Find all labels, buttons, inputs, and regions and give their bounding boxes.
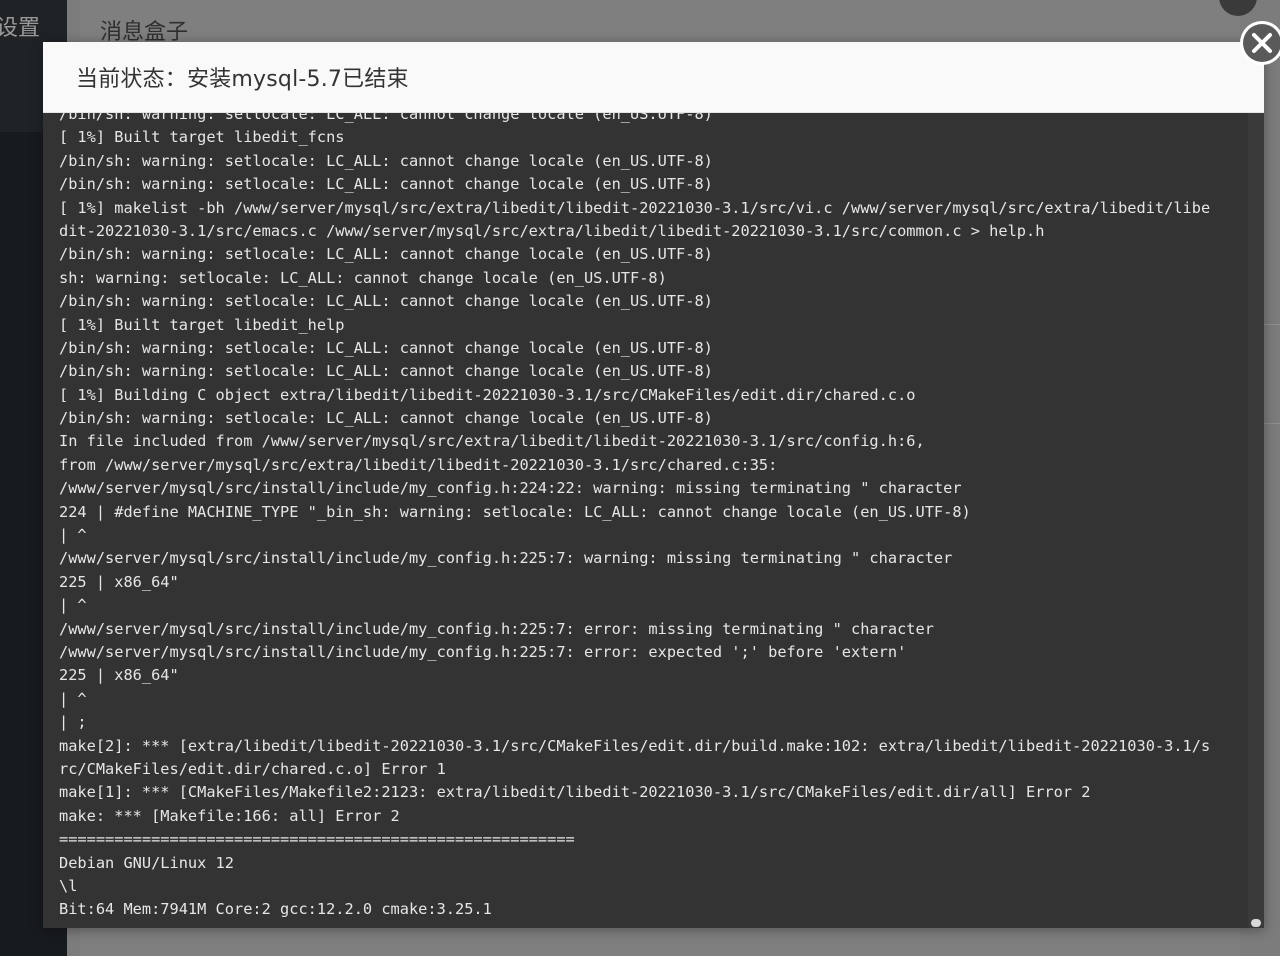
log-line: Debian GNU/Linux 12 [59, 853, 234, 872]
log-scrollbar[interactable] [1248, 113, 1264, 928]
log-line: /bin/sh: warning: setlocale: LC_ALL: can… [59, 292, 713, 311]
install-log-modal: 当前状态：安装mysql-5.7已结束 /bin/sh: warning: se… [43, 42, 1264, 928]
log-line: | ; [59, 713, 87, 732]
log-line: | ^ [59, 689, 87, 708]
log-line: /bin/sh: warning: setlocale: LC_ALL: can… [59, 245, 713, 264]
log-line: /bin/sh: warning: setlocale: LC_ALL: can… [59, 409, 713, 428]
background-divider [1263, 324, 1280, 325]
modal-title: 当前状态：安装mysql-5.7已结束 [76, 67, 409, 92]
log-scrollbar-thumb[interactable] [1251, 919, 1261, 927]
log-line: ========================================… [59, 830, 575, 849]
log-line: 225 | x86_64" [59, 666, 179, 685]
log-line: In file included from /www/server/mysql/… [59, 432, 925, 451]
close-icon [1243, 24, 1280, 62]
log-line: /bin/sh: warning: setlocale: LC_ALL: can… [59, 362, 713, 381]
log-line: make: *** [Makefile:166: all] Error 2 [59, 806, 400, 825]
log-line: Bit:64 Mem:7941M Core:2 gcc:12.2.0 cmake… [59, 900, 492, 919]
log-line: make[1]: *** [CMakeFiles/Makefile2:2123:… [59, 783, 1091, 802]
log-line: 224 | #define MACHINE_TYPE "_bin_sh: war… [59, 502, 971, 521]
log-line: /www/server/mysql/src/install/include/my… [59, 619, 934, 638]
log-line: /www/server/mysql/src/install/include/my… [59, 479, 962, 498]
log-line: [ 1%] makelist -bh /www/server/mysql/src… [59, 198, 1211, 217]
log-line: [ 1%] Building C object extra/libedit/li… [59, 385, 916, 404]
log-line: dit-20221030-3.1/src/emacs.c /www/server… [59, 221, 1045, 240]
log-line: /bin/sh: warning: setlocale: LC_ALL: can… [59, 175, 713, 194]
log-line: | ^ [59, 596, 87, 615]
log-line: /bin/sh: warning: setlocale: LC_ALL: can… [59, 338, 713, 357]
log-line: 225 | x86_64" [59, 572, 179, 591]
log-text: /bin/sh: warning: setlocale: LC_ALL: can… [59, 113, 1239, 922]
modal-header: 当前状态：安装mysql-5.7已结束 [43, 42, 1264, 113]
log-line: | ^ [59, 526, 87, 545]
sidebar-item-settings-label: 设置 [0, 16, 41, 41]
log-line: sh: warning: setlocale: LC_ALL: cannot c… [59, 268, 667, 287]
log-line: \l [59, 876, 78, 895]
log-line: /www/server/mysql/src/install/include/my… [59, 642, 907, 661]
log-line: [ 1%] Built target libedit_help [59, 315, 345, 334]
log-line: make[2]: *** [extra/libedit/libedit-2022… [59, 736, 1211, 755]
log-line: rc/CMakeFiles/edit.dir/chared.c.o] Error… [59, 759, 446, 778]
log-line: /www/server/mysql/src/install/include/my… [59, 549, 953, 568]
log-line: from /www/server/mysql/src/extra/libedit… [59, 455, 778, 474]
install-log-output[interactable]: /bin/sh: warning: setlocale: LC_ALL: can… [43, 113, 1248, 928]
background-divider [1263, 423, 1280, 424]
log-line: /bin/sh: warning: setlocale: LC_ALL: can… [59, 151, 713, 170]
close-button[interactable] [1240, 21, 1280, 65]
log-line: [ 1%] Built target libedit_fcns [59, 128, 345, 147]
log-line: /bin/sh: warning: setlocale: LC_ALL: can… [59, 113, 713, 123]
